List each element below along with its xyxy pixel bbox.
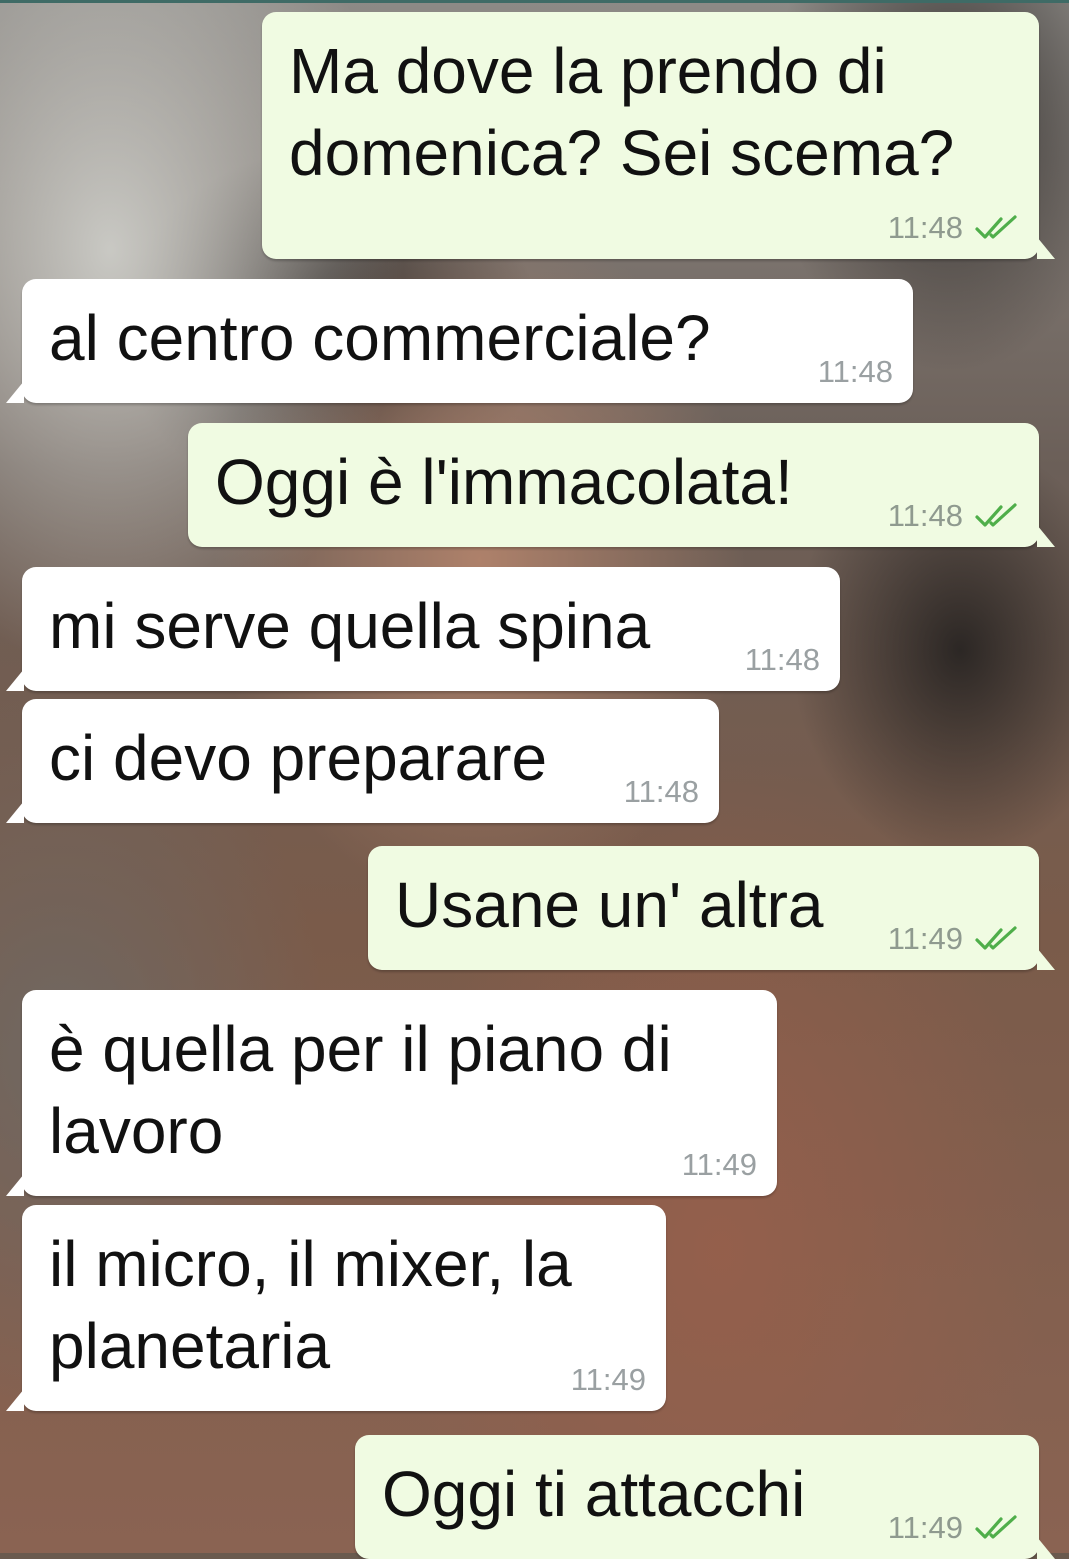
message-time: 11:48 — [817, 354, 893, 389]
message-text: Ma dove la prendo di domenica? Sei scema… — [289, 35, 955, 189]
message-time: 11:49 — [681, 1147, 757, 1182]
message-bubble-outgoing[interactable]: Ma dove la prendo di domenica? Sei scema… — [262, 12, 1055, 259]
message-time: 11:49 — [887, 1510, 963, 1545]
message-time: 11:48 — [744, 642, 820, 677]
message-time: 11:49 — [570, 1362, 646, 1397]
message-bubble-incoming[interactable]: mi serve quella spina 11:48 — [6, 567, 840, 691]
message-bubble-incoming[interactable]: il micro, il mixer, la planetaria 11:49 — [6, 1205, 666, 1411]
message-bubble-incoming[interactable]: al centro commerciale? 11:48 — [6, 279, 913, 403]
message-time: 11:48 — [887, 498, 963, 533]
message-text: il micro, il mixer, la planetaria — [49, 1228, 572, 1382]
message-bubble-incoming[interactable]: è quella per il piano di lavoro 11:49 — [6, 990, 777, 1196]
double-check-read-icon — [975, 215, 1017, 239]
message-text: al centro commerciale? — [49, 302, 711, 374]
message-text: Oggi ti attacchi — [382, 1458, 806, 1530]
message-text: mi serve quella spina — [49, 590, 651, 662]
message-bubble-incoming[interactable]: ci devo preparare 11:48 — [6, 699, 719, 823]
message-text: ci devo preparare — [49, 722, 548, 794]
message-text: è quella per il piano di lavoro — [49, 1013, 672, 1167]
message-bubble-outgoing[interactable]: Oggi è l'immacolata! 11:48 — [188, 423, 1055, 547]
double-check-read-icon — [975, 1515, 1017, 1539]
double-check-read-icon — [975, 926, 1017, 950]
message-text: Usane un' altra — [395, 869, 824, 941]
message-time: 11:48 — [623, 774, 699, 809]
message-bubble-outgoing[interactable]: Usane un' altra 11:49 — [368, 846, 1055, 970]
message-time: 11:48 — [887, 210, 963, 245]
double-check-read-icon — [975, 503, 1017, 527]
message-time: 11:49 — [887, 921, 963, 956]
message-text: Oggi è l'immacolata! — [215, 446, 793, 518]
message-bubble-outgoing[interactable]: Oggi ti attacchi 11:49 — [355, 1435, 1055, 1559]
top-divider — [0, 0, 1069, 3]
